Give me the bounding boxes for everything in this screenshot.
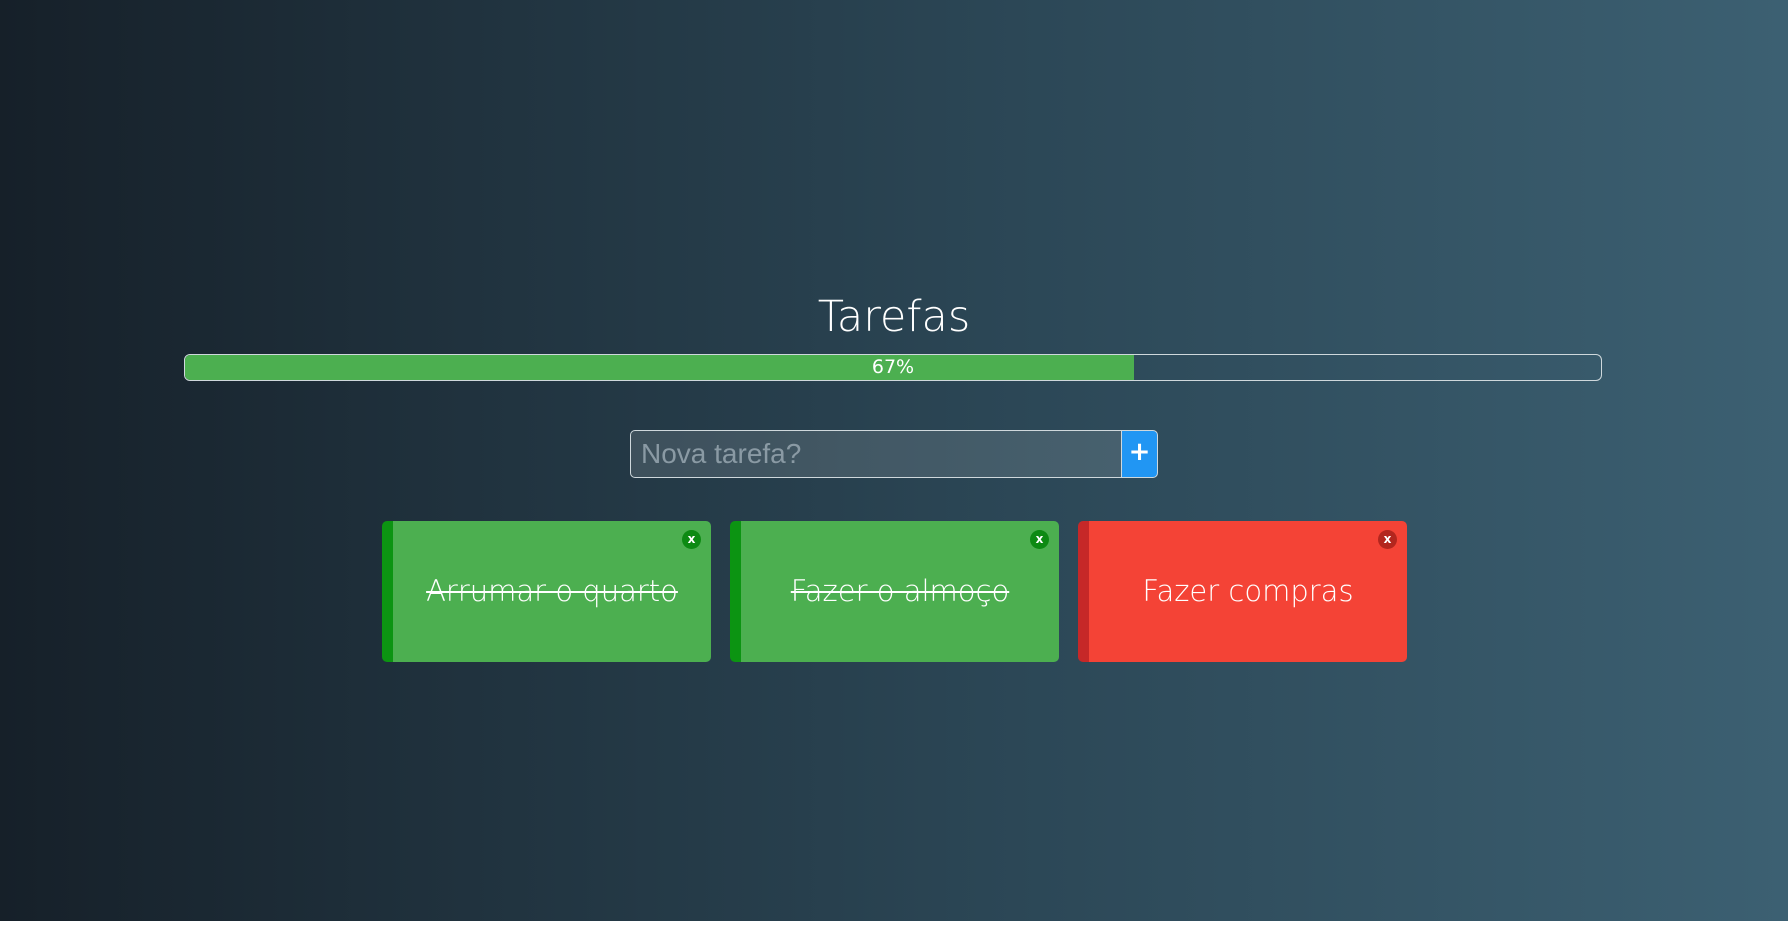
new-task-form: + (630, 430, 1158, 478)
task-card[interactable]: Arrumar o quarto x (382, 521, 711, 662)
delete-task-icon[interactable]: x (1378, 530, 1397, 549)
delete-task-icon[interactable]: x (1030, 530, 1049, 549)
task-card[interactable]: Fazer o almoço x (730, 521, 1059, 662)
progress-label: 67% (871, 356, 915, 378)
page-title: Tarefas (817, 292, 971, 342)
task-card[interactable]: Fazer compras x (1078, 521, 1407, 662)
task-label: Fazer o almoço (790, 574, 1010, 608)
task-label: Arrumar o quarto (426, 574, 678, 608)
delete-task-icon[interactable]: x (682, 530, 701, 549)
add-task-button[interactable]: + (1121, 430, 1158, 478)
task-label: Fazer compras (1142, 574, 1354, 608)
progress-bar: 67% (184, 354, 1602, 381)
app-background: Tarefas 67% + Arrumar o quarto x Fazer o… (0, 0, 1788, 921)
task-list: Arrumar o quarto x Fazer o almoço x Faze… (382, 521, 1410, 662)
new-task-input[interactable] (630, 430, 1121, 478)
